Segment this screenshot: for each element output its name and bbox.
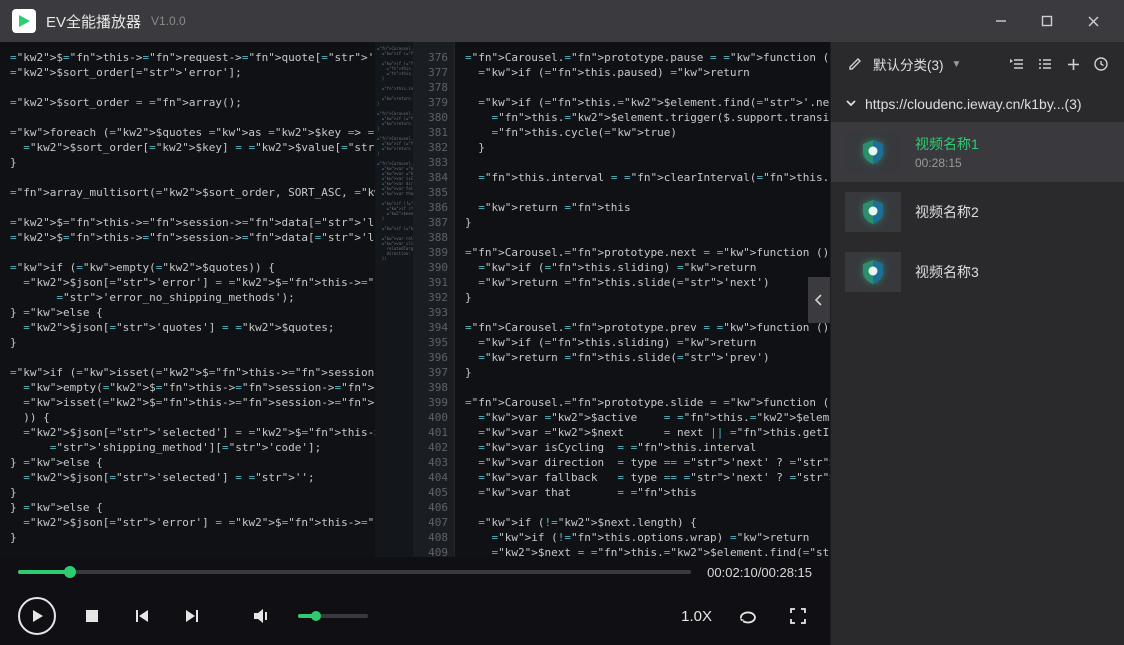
collapse-sidebar-handle[interactable] <box>808 277 830 323</box>
history-icon[interactable] <box>1092 55 1110 73</box>
playlist-thumb <box>845 252 901 292</box>
volume-bar[interactable] <box>298 614 368 618</box>
playlist-item[interactable]: 视频名称2 <box>831 182 1124 242</box>
time-total: 00:28:15 <box>761 565 812 580</box>
chevron-down-icon: ▼ <box>952 59 962 70</box>
next-track-button[interactable] <box>178 602 206 630</box>
video-frame-code-right: ="fn">Carousel.="fn">prototype.pause = =… <box>455 42 830 557</box>
seek-bar[interactable] <box>18 570 691 574</box>
app-version: V1.0.0 <box>151 14 186 28</box>
close-button[interactable] <box>1070 0 1116 42</box>
seek-fill <box>18 570 70 574</box>
playback-speed[interactable]: 1.0X <box>681 608 712 625</box>
loop-button[interactable] <box>734 602 762 630</box>
playlist-title: 视频名称1 <box>915 134 979 154</box>
playlist-duration: 00:28:15 <box>915 156 979 170</box>
playlist-meta: 视频名称2 <box>915 202 979 222</box>
add-icon[interactable] <box>1064 55 1082 73</box>
volume-knob[interactable] <box>311 611 321 621</box>
sidebar-toolbar: 默认分类(3) ▼ <box>831 42 1124 86</box>
video-frame-gutter: 376 377 378 379 380 381 382 383 384 385 … <box>413 42 455 557</box>
minimize-button[interactable] <box>978 0 1024 42</box>
fullscreen-button[interactable] <box>784 602 812 630</box>
playlist-thumb <box>845 192 901 232</box>
app-window: EV全能播放器 V1.0.0 ="kw2">$="fn">this->="fn"… <box>0 0 1124 645</box>
category-label: 默认分类(3) <box>873 54 944 74</box>
edit-icon[interactable] <box>845 55 863 73</box>
video-area[interactable]: ="kw2">$="fn">this->="fn">request->="fn"… <box>0 42 830 557</box>
maximize-button[interactable] <box>1024 0 1070 42</box>
playlist-item[interactable]: 视频名称3 <box>831 242 1124 302</box>
playlist-group-header[interactable]: https://cloudenc.ieway.cn/k1by...(3) <box>831 86 1124 122</box>
playlist-item[interactable]: 视频名称1 00:28:15 <box>831 122 1124 182</box>
app-logo <box>12 9 36 33</box>
playlist-group-label: https://cloudenc.ieway.cn/k1by...(3) <box>865 96 1082 112</box>
video-frame-code-left: ="kw2">$="fn">this->="fn">request->="fn"… <box>0 42 375 557</box>
seek-row: 00:02:10/00:28:15 <box>0 557 830 587</box>
time-display: 00:02:10/00:28:15 <box>707 565 812 580</box>
control-bar: 1.0X <box>0 587 830 645</box>
app-title: EV全能播放器 <box>46 11 141 32</box>
video-frame-minimap: ="fn">Carousel.="fn">prototype.pause = =… <box>375 42 413 557</box>
playlist-title: 视频名称3 <box>915 262 979 282</box>
queue-icon[interactable] <box>1008 55 1026 73</box>
playlist-meta: 视频名称3 <box>915 262 979 282</box>
time-current: 00:02:10 <box>707 565 758 580</box>
playlist-title: 视频名称2 <box>915 202 979 222</box>
play-button[interactable] <box>18 597 56 635</box>
title-bar: EV全能播放器 V1.0.0 <box>0 0 1124 42</box>
sidebar: 默认分类(3) ▼ htt <box>830 42 1124 645</box>
prev-track-button[interactable] <box>128 602 156 630</box>
seek-knob[interactable] <box>64 566 76 578</box>
chevron-down-icon <box>845 96 857 112</box>
player-panel: ="kw2">$="fn">this->="fn">request->="fn"… <box>0 42 830 645</box>
list-icon[interactable] <box>1036 55 1054 73</box>
volume-icon[interactable] <box>248 602 276 630</box>
category-select[interactable]: 默认分类(3) ▼ <box>873 54 998 74</box>
playlist-meta: 视频名称1 00:28:15 <box>915 134 979 170</box>
stop-button[interactable] <box>78 602 106 630</box>
playlist-thumb <box>845 132 901 172</box>
playlist: 视频名称1 00:28:15 视频名称2 视频名称3 <box>831 122 1124 645</box>
